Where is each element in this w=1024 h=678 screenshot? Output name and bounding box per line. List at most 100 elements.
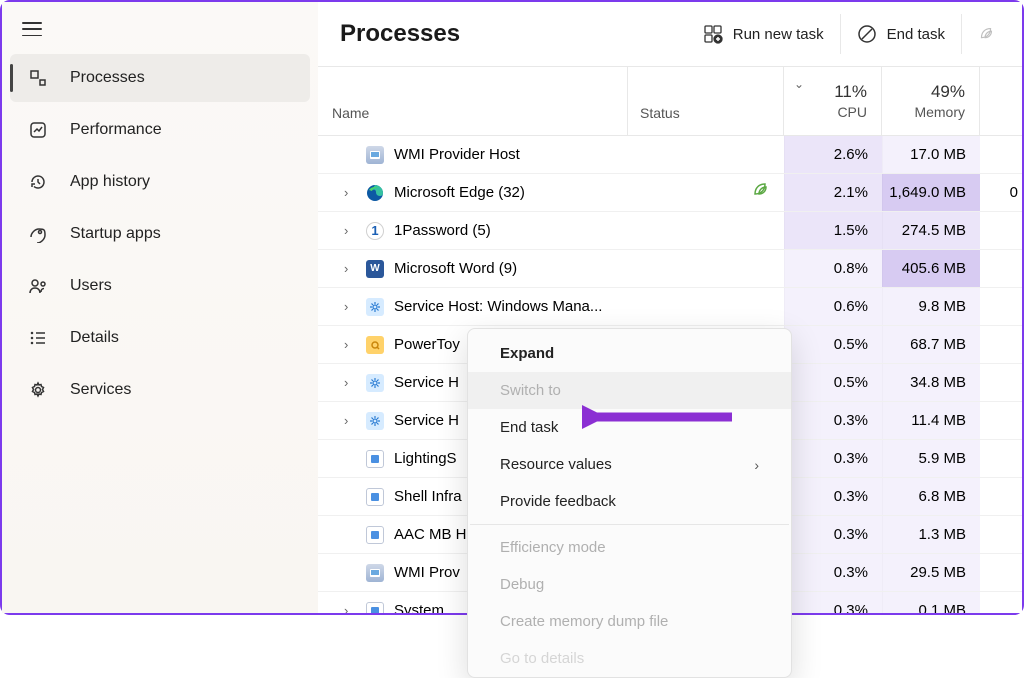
process-name: Shell Infra	[394, 488, 462, 505]
startup-icon	[28, 224, 48, 244]
cpu-cell: 2.6%	[784, 136, 882, 173]
process-name: Microsoft Edge (32)	[394, 184, 525, 201]
sidebar-item-label: Users	[70, 277, 112, 295]
header: Processes Run new task End task	[318, 2, 1022, 66]
page-title: Processes	[340, 20, 460, 48]
sidebar-item-label: Processes	[70, 69, 145, 87]
efficiency-mode-button[interactable]	[961, 14, 1004, 54]
end-task-label: End task	[887, 26, 945, 43]
column-memory[interactable]: 49% Memory	[882, 67, 980, 135]
memory-cell: 6.8 MB	[882, 478, 980, 515]
cpu-percent: 11%	[834, 82, 867, 102]
history-icon	[28, 172, 48, 192]
process-name: Microsoft Word (9)	[394, 260, 517, 277]
memory-cell: 1.3 MB	[882, 516, 980, 553]
cpu-cell: 0.3%	[784, 402, 882, 439]
efficiency-icon	[976, 24, 996, 44]
cpu-cell: 0.8%	[784, 250, 882, 287]
sidebar-item-label: Performance	[70, 121, 162, 139]
services-icon	[28, 380, 48, 400]
ctx-debug: Debug	[468, 566, 791, 603]
process-name: System	[394, 602, 444, 613]
memory-cell: 0.1 MB	[882, 592, 980, 613]
process-row[interactable]: ›Microsoft Edge (32)2.1%1,649.0 MB0	[318, 174, 1022, 212]
expand-toggle[interactable]: ›	[344, 603, 356, 613]
sidebar-item-performance[interactable]: Performance	[10, 106, 310, 154]
sidebar-item-services[interactable]: Services	[10, 366, 310, 414]
cpu-cell: 0.3%	[784, 554, 882, 591]
sidebar-item-label: Services	[70, 381, 131, 399]
process-row[interactable]: ›11Password (5)1.5%274.5 MB	[318, 212, 1022, 250]
sidebar-item-details[interactable]: Details	[10, 314, 310, 362]
ctx-efficiency-mode: Efficiency mode	[468, 529, 791, 566]
expand-toggle[interactable]: ›	[344, 337, 356, 352]
sidebar-item-processes[interactable]: Processes	[10, 54, 310, 102]
column-headers: Name Status ⌄ 11% CPU 49% Memory	[318, 66, 1022, 136]
efficiency-leaf-icon	[750, 181, 770, 204]
chevron-right-icon: ›	[754, 457, 759, 473]
process-name: PowerToy	[394, 336, 460, 353]
process-row[interactable]: › Service Host: Windows Mana... 0.6%9.8 MB	[318, 288, 1022, 326]
process-name: 1Password (5)	[394, 222, 491, 239]
cpu-cell: 0.3%	[784, 478, 882, 515]
expand-toggle[interactable]: ›	[344, 413, 356, 428]
sidebar-item-label: Details	[70, 329, 119, 347]
memory-cell: 68.7 MB	[882, 326, 980, 363]
users-icon	[28, 276, 48, 296]
cpu-cell: 1.5%	[784, 212, 882, 249]
ctx-end-task[interactable]: End task	[468, 409, 791, 446]
process-name: WMI Prov	[394, 564, 460, 581]
ctx-go-details: Go to details	[468, 640, 791, 671]
ctx-expand[interactable]: Expand	[468, 335, 791, 372]
column-status[interactable]: Status	[628, 67, 784, 135]
column-name[interactable]: Name	[318, 67, 628, 135]
memory-cell: 11.4 MB	[882, 402, 980, 439]
details-icon	[28, 328, 48, 348]
memory-cell: 29.5 MB	[882, 554, 980, 591]
cpu-cell: 0.5%	[784, 364, 882, 401]
sidebar-item-users[interactable]: Users	[10, 262, 310, 310]
process-name: AAC MB H	[394, 526, 467, 543]
hamburger-icon	[22, 22, 42, 36]
cpu-cell: 0.3%	[784, 516, 882, 553]
run-new-task-button[interactable]: Run new task	[687, 14, 840, 54]
end-task-button[interactable]: End task	[840, 14, 961, 54]
cpu-cell: 0.3%	[784, 440, 882, 477]
cpu-cell: 0.6%	[784, 288, 882, 325]
process-name: Service Host: Windows Mana...	[394, 298, 602, 315]
performance-icon	[28, 120, 48, 140]
process-name: Service H	[394, 412, 459, 429]
expand-toggle[interactable]: ›	[344, 375, 356, 390]
memory-percent: 49%	[931, 82, 965, 102]
sidebar-item-startup-apps[interactable]: Startup apps	[10, 210, 310, 258]
run-task-icon	[703, 24, 723, 44]
memory-cell: 17.0 MB	[882, 136, 980, 173]
memory-cell: 34.8 MB	[882, 364, 980, 401]
context-menu: Expand Switch to End task Resource value…	[467, 328, 792, 678]
run-task-label: Run new task	[733, 26, 824, 43]
memory-label: Memory	[914, 104, 965, 120]
hamburger-menu-button[interactable]	[2, 10, 318, 52]
sort-indicator-icon: ⌄	[794, 77, 804, 91]
memory-cell: 9.8 MB	[882, 288, 980, 325]
end-task-icon	[857, 24, 877, 44]
expand-toggle[interactable]: ›	[344, 299, 356, 314]
process-row[interactable]: ›WMicrosoft Word (9)0.8%405.6 MB	[318, 250, 1022, 288]
column-cpu[interactable]: ⌄ 11% CPU	[784, 67, 882, 135]
cpu-cell: 0.3%	[784, 592, 882, 613]
ctx-resource-values[interactable]: Resource values›	[468, 446, 791, 483]
process-name: WMI Provider Host	[394, 146, 520, 163]
ctx-switch-to: Switch to	[468, 372, 791, 409]
memory-cell: 274.5 MB	[882, 212, 980, 249]
sidebar-item-app-history[interactable]: App history	[10, 158, 310, 206]
expand-toggle[interactable]: ›	[344, 185, 356, 200]
ctx-provide-feedback[interactable]: Provide feedback	[468, 483, 791, 520]
process-row[interactable]: WMI Provider Host 2.6%17.0 MB	[318, 136, 1022, 174]
overflow-cell: 0	[980, 184, 1022, 201]
memory-cell: 1,649.0 MB	[882, 174, 980, 211]
expand-toggle[interactable]: ›	[344, 223, 356, 238]
cpu-cell: 0.5%	[784, 326, 882, 363]
cpu-label: CPU	[837, 104, 867, 120]
sidebar-item-label: App history	[70, 173, 150, 191]
expand-toggle[interactable]: ›	[344, 261, 356, 276]
